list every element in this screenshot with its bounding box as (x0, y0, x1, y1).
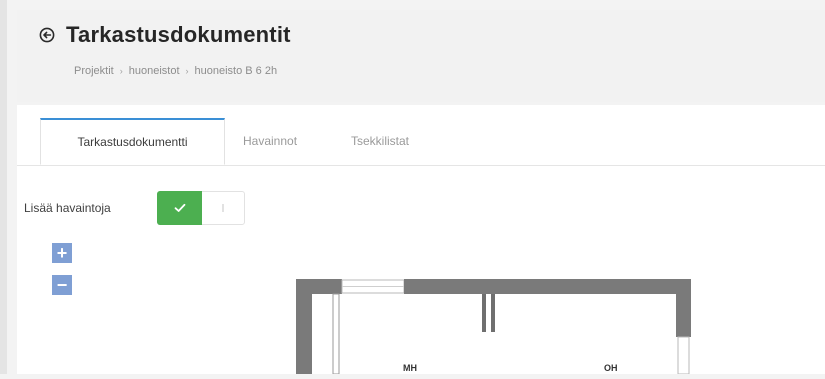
back-button[interactable] (39, 27, 55, 43)
back-arrow-icon (39, 27, 55, 43)
add-observations-toggle[interactable] (157, 191, 245, 225)
checkmark-icon (174, 203, 185, 212)
off-icon (222, 204, 224, 212)
tab-tarkastusdokumentti[interactable]: Tarkastusdokumentti (40, 118, 225, 165)
zoom-out-button[interactable]: − (52, 275, 72, 295)
breadcrumb-separator-icon: › (185, 66, 189, 76)
breadcrumb-huoneistot[interactable]: huoneistot (129, 65, 180, 77)
breadcrumb-separator-icon: › (119, 66, 123, 76)
floor-plan[interactable]: MH OH (296, 279, 691, 375)
tab-tsekkilistat[interactable]: Tsekkilistat (351, 118, 409, 165)
content-panel: Tarkastusdokumentti Havainnot Tsekkilist… (17, 105, 825, 375)
page-title: Tarkastusdokumentit (66, 22, 291, 47)
breadcrumb-current: huoneisto B 6 2h (194, 65, 278, 77)
toggle-on-button[interactable] (157, 191, 202, 225)
add-observations-label: Lisää havaintoja (24, 201, 111, 215)
page-header: Tarkastusdokumentit Projektit › huoneistot… (17, 10, 825, 102)
toggle-off-button[interactable] (202, 192, 244, 224)
window-edge (0, 0, 7, 374)
tab-havainnot[interactable]: Havainnot (243, 118, 297, 165)
breadcrumb: Projektit › huoneistot › huoneisto B 6 2h (74, 65, 277, 77)
zoom-in-button[interactable]: + (52, 243, 72, 263)
room-label-oh: OH (604, 363, 618, 373)
tab-bar: Tarkastusdokumentti Havainnot Tsekkilist… (17, 118, 825, 166)
floor-plan-drawing (296, 279, 691, 375)
room-label-mh: MH (403, 363, 417, 373)
breadcrumb-projektit[interactable]: Projektit (74, 65, 114, 77)
